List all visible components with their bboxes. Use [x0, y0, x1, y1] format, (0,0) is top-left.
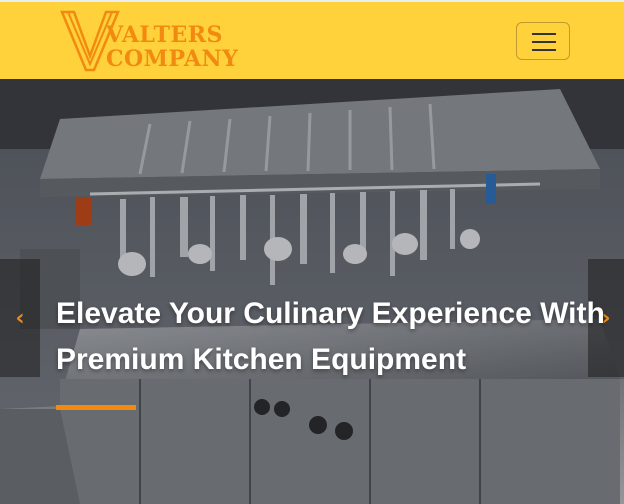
brand-line2: COMPANY [106, 46, 239, 72]
carousel-prev-button[interactable]: ‹ [0, 259, 40, 377]
hero-heading-line2: Premium Kitchen Equipment [56, 343, 467, 376]
navbar-toggle-button[interactable] [516, 22, 570, 60]
hero-carousel: ‹ › Elevate Your Culinary Experience Wit… [0, 79, 624, 504]
brand-line1: VALTERS [106, 22, 223, 48]
brand-logo[interactable]: VALTERS COMPANY [60, 10, 250, 72]
brand-name: VALTERS COMPANY [106, 23, 238, 71]
hamburger-icon [532, 33, 556, 35]
hero-heading: Elevate Your Culinary Experience With Pr… [56, 291, 616, 383]
hero-heading-line1: Elevate Your Culinary Experience With [56, 297, 605, 330]
heading-underline [56, 405, 136, 410]
chevron-left-icon: ‹ [15, 305, 25, 331]
navbar: VALTERS COMPANY [0, 0, 624, 79]
